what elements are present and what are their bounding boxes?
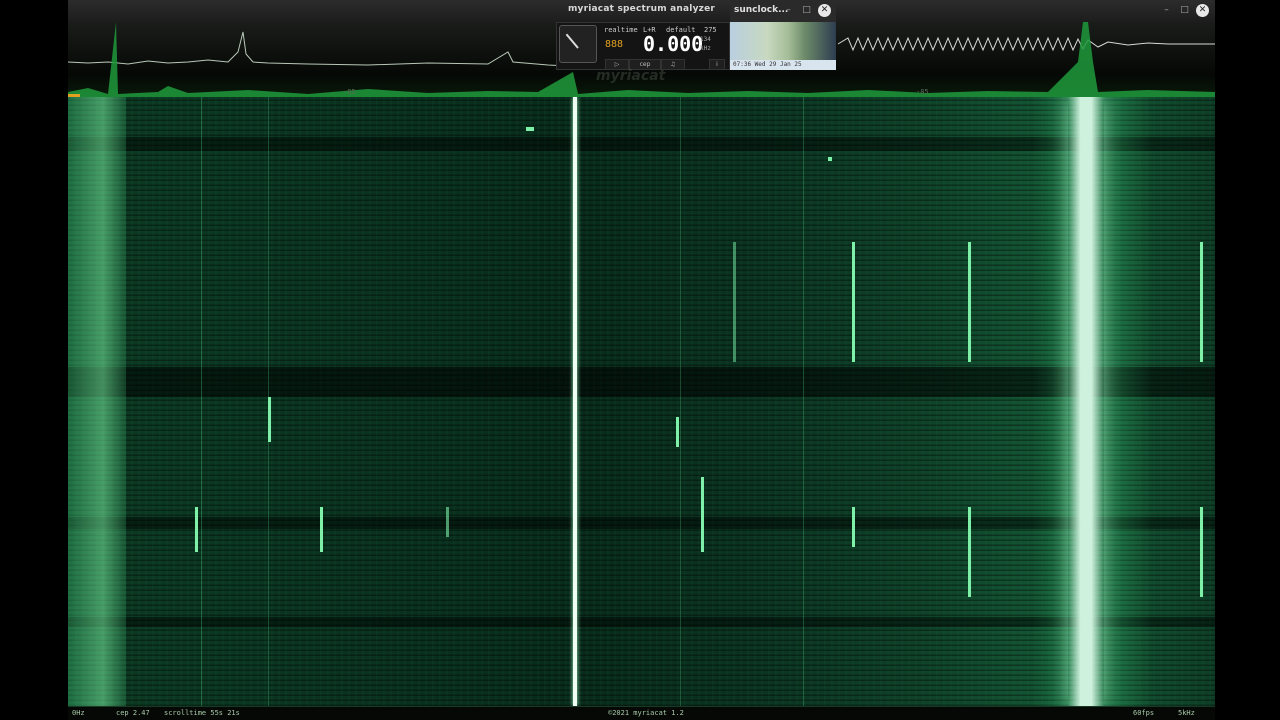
db-label-left: -85 (343, 88, 356, 96)
signal-burst (268, 397, 271, 442)
faint-line (680, 97, 681, 706)
meter-digits: 888 (605, 39, 624, 50)
spectrum-trace-right (837, 36, 1215, 52)
maximize-icon[interactable]: □ (1178, 4, 1191, 17)
signal-burst (676, 417, 679, 447)
waterfall-display[interactable] (68, 97, 1215, 706)
sunclock-window[interactable]: sunclock... – □ ✕ 07:36 Wed 29 Jan 25 (730, 0, 836, 70)
analyzer-window: myriacat spectrum analyzer – □ ✕ -85 -85… (68, 0, 1215, 720)
meter-value-top: 275 (704, 26, 717, 34)
signal-burst (1200, 242, 1203, 362)
window-title: myriacat spectrum analyzer (567, 4, 716, 14)
signal-burst (968, 242, 971, 362)
signal-burst (733, 242, 736, 362)
signal-burst (968, 507, 971, 597)
fps-label: 60fps (1133, 709, 1155, 717)
signal-burst (195, 507, 198, 552)
signal-halo (1033, 97, 1153, 706)
db-label-right: -85 (916, 88, 929, 96)
cep-status: cep 2.47 (116, 709, 150, 717)
freq-start-label: 0Hz (72, 709, 85, 717)
signal-burst (1200, 507, 1203, 597)
low-frequency-band (68, 97, 126, 706)
sunclock-time: 07:36 Wed 29 Jan 25 (730, 60, 836, 70)
minimize-icon[interactable]: – (1160, 4, 1173, 17)
meter-widget: realtime L+R default 275 888 0.000 134 k… (556, 22, 730, 70)
freq-end-label: 5kHz (1178, 709, 1195, 717)
screen-frame: myriacat spectrum analyzer – □ ✕ -85 -85… (0, 0, 1280, 720)
world-map (730, 22, 836, 60)
signal-burst (526, 127, 534, 131)
signal-burst (852, 242, 855, 362)
status-bar: 0Hz cep 2.47 scrolltime 55s 21s ©2021 my… (68, 706, 1215, 720)
brand-watermark: myriacat (596, 68, 666, 84)
signal-burst (320, 507, 323, 552)
carrier-line (573, 97, 577, 706)
sunclock-maximize-icon[interactable]: □ (800, 4, 813, 17)
meter-value: 0.000 (643, 32, 704, 56)
copyright-label: ©2021 myriacat 1.2 (608, 709, 684, 717)
sunclock-title: sunclock... (734, 5, 789, 15)
signal-burst (446, 507, 449, 537)
scrolltime-status: scrolltime 55s 21s (164, 709, 240, 717)
close-icon[interactable]: ✕ (1196, 4, 1209, 17)
sunclock-close-icon[interactable]: ✕ (818, 4, 831, 17)
meter-unit-top: 134 (700, 36, 711, 43)
spectrum-trace-left (68, 31, 569, 67)
signal-burst (852, 507, 855, 547)
faint-line (803, 97, 804, 706)
signal-burst (701, 477, 704, 552)
info-button[interactable]: i (709, 59, 725, 70)
faint-line (201, 97, 202, 706)
meter-mode[interactable]: realtime (604, 26, 638, 34)
sunclock-title-bar[interactable]: sunclock... – □ ✕ (730, 0, 836, 22)
signal-burst (828, 157, 832, 161)
gauge-icon (559, 25, 597, 63)
title-bar[interactable]: myriacat spectrum analyzer – □ ✕ (68, 0, 1215, 23)
meter-unit: kHz (700, 45, 711, 52)
sunclock-minimize-icon[interactable]: – (782, 4, 795, 17)
